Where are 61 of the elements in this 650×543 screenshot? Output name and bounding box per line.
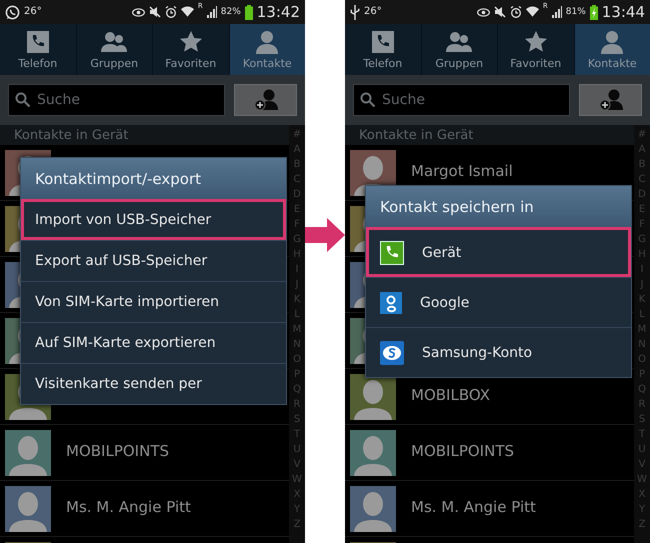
phone-icon xyxy=(370,30,395,54)
add-contact-button[interactable] xyxy=(234,84,297,116)
speech-bubble-icon xyxy=(380,340,404,364)
battery-percent: 81% xyxy=(566,8,586,16)
tab[interactable]: Kontakte xyxy=(230,24,305,75)
search-field[interactable]: Suche xyxy=(8,84,225,116)
search-field[interactable]: Suche xyxy=(353,84,570,116)
menu-item[interactable]: Visitenkarte senden per xyxy=(21,363,286,404)
menu-item[interactable]: Von SIM-Karte importieren xyxy=(21,281,286,322)
tab[interactable]: Kontakte xyxy=(574,24,650,75)
section-header: Kontakte in Gerät xyxy=(345,125,634,145)
tab[interactable]: Favoriten xyxy=(498,24,574,75)
group-icon xyxy=(445,30,474,54)
menu-item[interactable]: Samsung-Konto xyxy=(366,327,631,377)
wifi-icon xyxy=(180,6,194,18)
contact-row[interactable]: Ms. M. Angie Pitt xyxy=(0,481,289,537)
mute-icon xyxy=(148,6,161,18)
tab[interactable]: Gruppen xyxy=(422,24,497,75)
temperature: 26° xyxy=(364,7,382,17)
add-person-icon xyxy=(252,89,278,111)
menu-item[interactable]: Google xyxy=(366,277,631,327)
contact-row[interactable]: MOBILPOINTS xyxy=(345,425,634,481)
dialog-title: Kontaktimport/-export xyxy=(21,158,286,199)
tab[interactable]: Telefon xyxy=(345,24,420,75)
tab[interactable]: Gruppen xyxy=(76,24,152,75)
contact-row[interactable]: MOBILPOINTS xyxy=(0,425,289,481)
signal-icon xyxy=(206,6,217,18)
menu-item[interactable]: Gerät xyxy=(366,227,631,277)
section-header: Kontakte in Gerät xyxy=(0,125,289,145)
group-icon xyxy=(100,30,128,54)
alarm-icon xyxy=(510,6,522,18)
dialog-title: Kontakt speichern in xyxy=(366,186,631,227)
menu-item[interactable]: Auf SIM-Karte exportieren xyxy=(21,322,286,363)
person-icon xyxy=(600,30,624,54)
add-contact-button[interactable] xyxy=(579,84,642,116)
wifi-icon xyxy=(526,6,539,18)
contact-row[interactable]: Ms. M. Angie Pitt xyxy=(345,481,634,537)
tab[interactable]: Telefon xyxy=(0,24,76,75)
search-icon xyxy=(15,92,31,108)
chat-bubble-icon xyxy=(5,4,20,20)
tab[interactable]: Favoriten xyxy=(153,24,228,75)
phone-icon xyxy=(26,30,50,54)
phone-icon xyxy=(380,240,404,264)
search-icon xyxy=(360,92,376,108)
mute-icon xyxy=(494,6,506,18)
eye-icon xyxy=(132,8,145,16)
clock: 13:42 xyxy=(256,4,300,20)
menu-item[interactable]: Export auf USB-Speicher xyxy=(21,240,286,281)
eye-icon xyxy=(476,8,490,16)
star-icon xyxy=(524,30,548,54)
menu-item[interactable]: Import von USB-Speicher xyxy=(21,199,286,240)
add-person-icon xyxy=(598,89,624,111)
arrow-icon xyxy=(305,218,345,252)
battery-percent: 82% xyxy=(220,8,241,16)
star-icon xyxy=(178,30,203,54)
alarm-icon xyxy=(164,6,177,18)
usb-icon xyxy=(350,4,360,20)
signal-icon xyxy=(552,6,562,18)
clock: 13:44 xyxy=(602,4,645,20)
person-icon xyxy=(255,30,280,54)
temperature: 26° xyxy=(24,7,42,17)
